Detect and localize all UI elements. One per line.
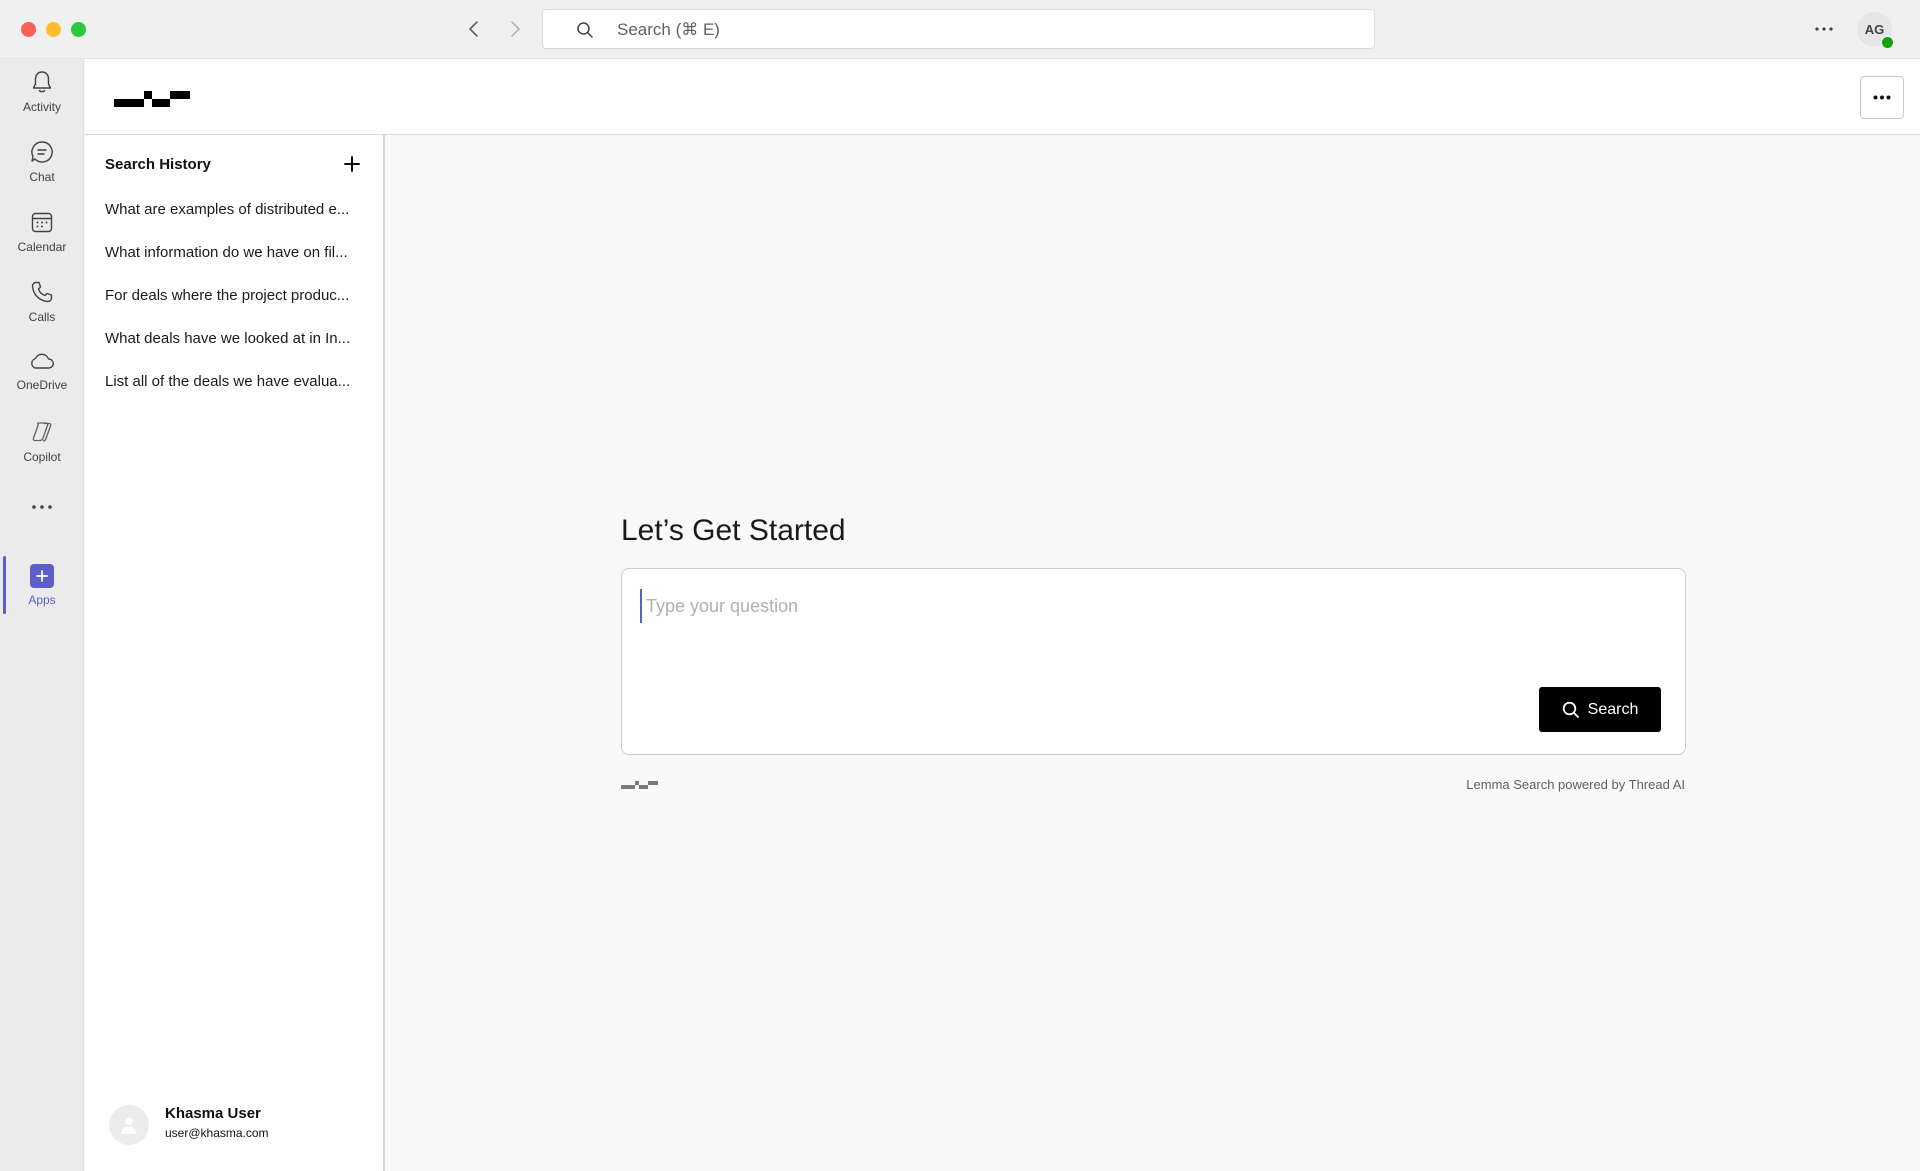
powered-by-text: Lemma Search powered by Thread AI	[1466, 777, 1685, 792]
question-box: Search	[621, 568, 1686, 755]
copilot-icon	[32, 422, 52, 442]
search-history-title: Search History	[105, 156, 211, 173]
rail-label: Calls	[28, 310, 56, 324]
user-name: Khasma User	[165, 1105, 261, 1122]
chevron-left-icon	[469, 21, 478, 37]
rail-item-onedrive[interactable]: OneDrive	[0, 349, 84, 413]
presence-available-icon	[1880, 35, 1895, 50]
forward-button[interactable]	[501, 15, 529, 43]
chevron-right-icon	[511, 21, 520, 37]
search-history-panel: Search History What are examples of dist…	[85, 135, 385, 1171]
rail-item-chat[interactable]: Chat	[0, 139, 84, 203]
window-maximize-button[interactable]	[71, 22, 86, 37]
back-button[interactable]	[460, 15, 488, 43]
rail-label: Calendar	[17, 240, 67, 254]
history-item[interactable]: For deals where the project produc...	[105, 287, 373, 330]
rail-label: Copilot	[23, 450, 61, 464]
cloud-icon	[31, 353, 54, 369]
global-search-box[interactable]: Search (⌘ E)	[542, 9, 1375, 49]
plus-icon	[344, 156, 360, 172]
more-horizontal-icon	[1873, 95, 1891, 100]
window-minimize-button[interactable]	[46, 22, 61, 37]
rail-item-calendar[interactable]: Calendar	[0, 209, 84, 273]
global-search-placeholder: Search (⌘ E)	[617, 20, 720, 39]
apps-icon	[30, 564, 54, 588]
history-item[interactable]: What deals have we looked at in In...	[105, 330, 373, 373]
history-item[interactable]: What information do we have on fil...	[105, 244, 373, 287]
rail-item-calls[interactable]: Calls	[0, 279, 84, 343]
question-input[interactable]	[640, 589, 1668, 623]
search-button-label: Search	[1587, 700, 1639, 718]
lemma-logo	[114, 91, 190, 107]
more-horizontal-icon	[32, 505, 52, 509]
app-rail: Activity Chat Calendar Calls OneDrive Co…	[0, 59, 84, 1171]
app-more-button[interactable]	[1860, 76, 1904, 119]
profile-avatar[interactable]: AG	[1857, 12, 1895, 50]
window-close-button[interactable]	[21, 22, 36, 37]
titlebar-more-button[interactable]	[1810, 17, 1838, 41]
lemma-footer-logo	[621, 781, 658, 789]
rail-more-button[interactable]	[0, 504, 84, 528]
search-icon	[1562, 701, 1579, 718]
user-avatar	[109, 1105, 149, 1145]
rail-label: Chat	[29, 170, 55, 184]
search-button[interactable]: Search	[1539, 687, 1661, 732]
rail-item-copilot[interactable]: Copilot	[0, 419, 84, 483]
rail-label: Activity	[22, 100, 61, 114]
rail-item-apps[interactable]: Apps	[0, 564, 84, 628]
search-icon	[577, 22, 593, 38]
window-titlebar: Search (⌘ E) AG	[0, 0, 1920, 59]
calendar-icon	[31, 212, 53, 233]
history-item[interactable]: List all of the deals we have evalua...	[105, 373, 373, 416]
more-horizontal-icon	[1815, 27, 1833, 31]
rail-label: OneDrive	[16, 378, 68, 392]
person-icon	[121, 1117, 137, 1134]
search-history-list: What are examples of distributed e... Wh…	[105, 201, 373, 416]
avatar-initials: AG	[1864, 22, 1885, 37]
rail-item-activity[interactable]: Activity	[0, 69, 84, 133]
user-email: user@khasma.com	[165, 1126, 269, 1140]
chat-icon	[31, 141, 53, 163]
main-content: Let’s Get Started Search Lemma Search po…	[385, 135, 1920, 1171]
new-search-button[interactable]	[342, 154, 362, 174]
history-item[interactable]: What are examples of distributed e...	[105, 201, 373, 244]
phone-icon	[31, 281, 53, 303]
user-profile[interactable]: Khasma User user@khasma.com	[109, 1103, 369, 1147]
rail-label: Apps	[28, 593, 56, 607]
app-header	[85, 59, 1920, 135]
plus-icon	[36, 570, 48, 582]
page-title: Let’s Get Started	[621, 514, 846, 547]
bell-icon	[32, 71, 52, 93]
